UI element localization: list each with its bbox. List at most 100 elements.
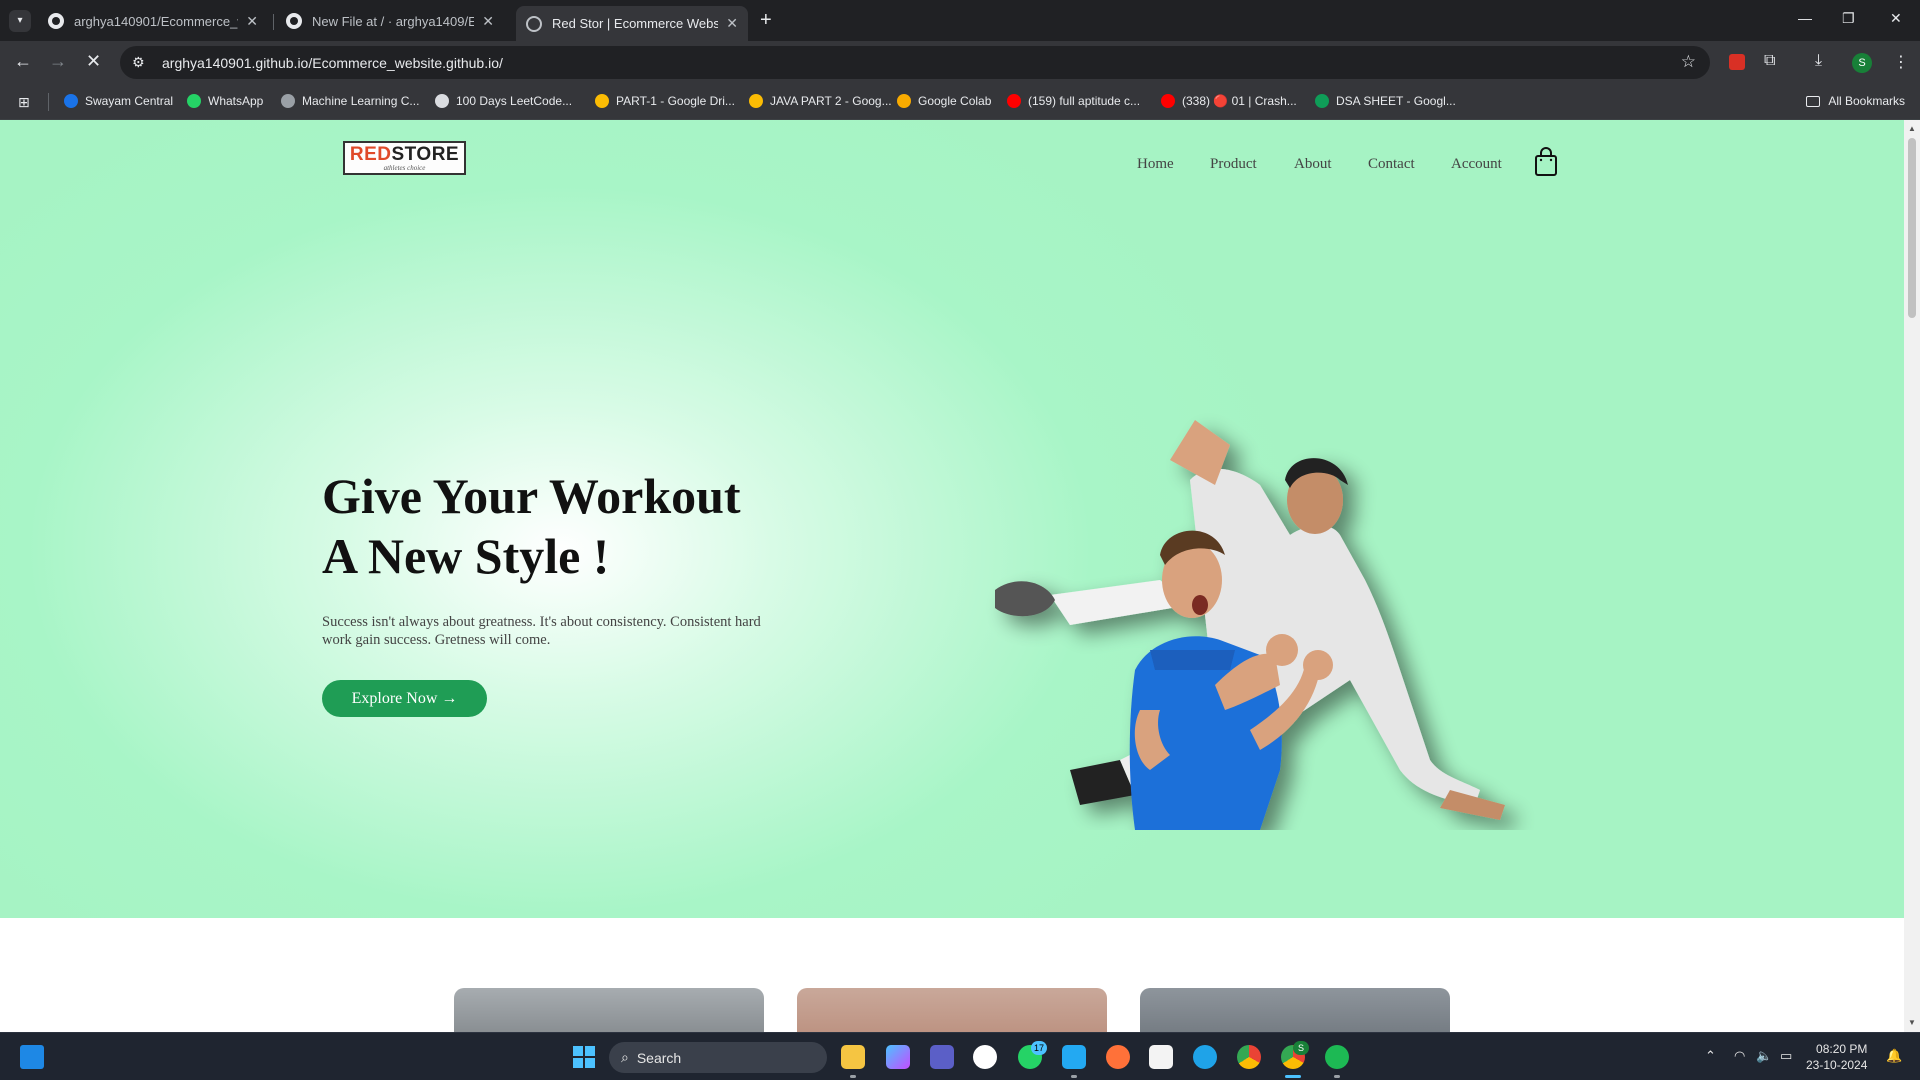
back-arrow-icon[interactable]: ←	[14, 51, 32, 72]
scroll-up-arrow-icon[interactable]: ▲	[1908, 124, 1916, 133]
forward-arrow-icon[interactable]: →	[49, 51, 67, 72]
widgets-icon[interactable]	[20, 1045, 44, 1069]
bookmark-favicon-icon	[64, 94, 78, 108]
bookmark-label: JAVA PART 2 - Goog...	[770, 94, 892, 108]
bookmark-item[interactable]: Google Colab	[897, 94, 991, 108]
bookmark-label: DSA SHEET - Googl...	[1336, 94, 1456, 108]
bookmark-label: (159) full aptitude c...	[1028, 94, 1141, 108]
github-icon	[286, 13, 302, 29]
logo-red-text: RED	[349, 143, 392, 165]
extension-red-icon[interactable]	[1729, 54, 1745, 70]
nav-home[interactable]: Home	[1137, 156, 1174, 173]
url-text[interactable]: arghya140901.github.io/Ecommerce_website…	[162, 55, 503, 71]
tray-chevron-icon[interactable]: ⌃	[1705, 1048, 1716, 1064]
tab-github-newfile[interactable]: New File at / · arghya1409/Ecommerce ✕	[276, 6, 504, 36]
bookmark-label: WhatsApp	[208, 94, 264, 108]
restore-icon[interactable]: ❐	[1842, 10, 1855, 27]
site-info-icon[interactable]: ⚙	[132, 54, 152, 71]
search-placeholder: Search	[636, 1049, 682, 1066]
clock-date: 23-10-2024	[1806, 1058, 1868, 1072]
bookmark-item[interactable]: Machine Learning C...	[281, 94, 419, 108]
chrome-icon[interactable]	[1237, 1045, 1261, 1069]
bookmark-item[interactable]: (159) full aptitude c...	[1007, 94, 1140, 108]
page-viewport: REDSTORE athletes choice Home Product Ab…	[0, 120, 1904, 1032]
bookmark-favicon-icon	[749, 94, 763, 108]
teams-icon[interactable]	[930, 1045, 954, 1069]
bookmark-item[interactable]: PART-1 - Google Dri...	[595, 94, 735, 108]
folder-icon	[1806, 95, 1821, 107]
all-bookmarks-button[interactable]: All Bookmarks	[1806, 94, 1905, 108]
download-icon[interactable]: ⤓	[1815, 52, 1822, 70]
spotify-icon[interactable]	[1325, 1045, 1349, 1069]
bookmark-item[interactable]: 100 Days LeetCode...	[435, 94, 572, 108]
bookmark-item[interactable]: JAVA PART 2 - Goog...	[749, 94, 892, 108]
close-icon[interactable]: ✕	[246, 13, 258, 30]
nav-account[interactable]: Account	[1451, 156, 1502, 173]
chrome-profile-badge: S	[1293, 1041, 1309, 1055]
notifications-icon[interactable]: 🔔	[1886, 1048, 1902, 1064]
apps-grid-icon[interactable]: ⊞	[18, 94, 30, 111]
profile-avatar[interactable]: S	[1852, 53, 1872, 73]
taskbar-search[interactable]: ⌕ Search	[609, 1042, 827, 1073]
whatsapp-badge: 17	[1031, 1041, 1047, 1055]
browser-toolbar: ← → ✕ ⚙ arghya140901.github.io/Ecommerce…	[0, 41, 1920, 84]
vscode-icon[interactable]	[1062, 1045, 1086, 1069]
file-explorer-icon[interactable]	[841, 1045, 865, 1069]
tab-title: New File at / · arghya1409/Ecommerce	[312, 13, 475, 29]
stop-loading-icon[interactable]: ✕	[86, 51, 101, 72]
close-window-icon[interactable]: ✕	[1890, 10, 1902, 27]
tab-separator	[273, 14, 274, 30]
volume-icon[interactable]: 🔈	[1756, 1048, 1772, 1064]
tab-search-button[interactable]: ▾	[9, 9, 31, 32]
copilot-icon[interactable]	[886, 1045, 910, 1069]
address-bar[interactable]: ⚙ arghya140901.github.io/Ecommerce_websi…	[120, 46, 1710, 79]
bookmark-favicon-icon	[435, 94, 449, 108]
hero-subtext: Success isn't always about greatness. It…	[322, 614, 761, 648]
bookmark-star-icon[interactable]: ☆	[1681, 52, 1696, 72]
scroll-down-arrow-icon[interactable]: ▼	[1908, 1018, 1916, 1027]
new-tab-button[interactable]: +	[760, 9, 772, 32]
category-card-3[interactable]	[1140, 988, 1450, 1032]
shopping-bag-icon[interactable]	[1534, 147, 1558, 177]
bookmark-item[interactable]: WhatsApp	[187, 94, 263, 108]
redstore-logo[interactable]: REDSTORE athletes choice	[343, 141, 466, 175]
close-icon[interactable]: ✕	[726, 15, 738, 32]
wifi-icon[interactable]: ◠	[1734, 1048, 1745, 1064]
explore-now-button[interactable]: Explore Now →	[322, 680, 487, 717]
running-indicator	[1334, 1075, 1340, 1078]
bookmark-item[interactable]: (338) 🔴 01 | Crash...	[1161, 94, 1297, 108]
page-scrollbar[interactable]: ▲ ▼	[1904, 120, 1920, 1032]
logo-dark-text: STORE	[391, 143, 460, 165]
category-card-1[interactable]	[454, 988, 764, 1032]
nav-contact[interactable]: Contact	[1368, 156, 1415, 173]
windows-start-icon[interactable]	[573, 1046, 595, 1068]
firefox-icon[interactable]	[1106, 1045, 1130, 1069]
bookmark-favicon-icon	[187, 94, 201, 108]
minimize-icon[interactable]: —	[1798, 10, 1812, 26]
all-bookmarks-label: All Bookmarks	[1828, 94, 1905, 108]
bookmark-item[interactable]: DSA SHEET - Googl...	[1315, 94, 1456, 108]
tab-github-repo[interactable]: arghya140901/Ecommerce_website ✕	[38, 6, 268, 36]
bookmark-favicon-icon	[1315, 94, 1329, 108]
extensions-puzzle-icon[interactable]: ⧉	[1764, 52, 1775, 70]
tab-title: Red Stor | Ecommerce Website	[552, 16, 719, 31]
bookmark-item[interactable]: Swayam Central	[64, 94, 173, 108]
system-clock[interactable]: 08:20 PM 23-10-2024	[1806, 1041, 1867, 1073]
nav-product[interactable]: Product	[1210, 156, 1257, 173]
active-indicator	[1285, 1075, 1301, 1078]
bookmark-label: PART-1 - Google Dri...	[616, 94, 735, 108]
category-card-2[interactable]	[797, 988, 1107, 1032]
nav-about[interactable]: About	[1294, 156, 1332, 173]
bookmark-separator	[48, 93, 49, 111]
menu-kebab-icon[interactable]: ⋮	[1893, 52, 1909, 72]
running-indicator	[1071, 1075, 1077, 1078]
battery-icon[interactable]: ▭	[1780, 1048, 1792, 1064]
edge-icon[interactable]	[1193, 1045, 1217, 1069]
clock-time: 08:20 PM	[1816, 1042, 1868, 1056]
store-icon[interactable]	[1149, 1045, 1173, 1069]
github-icon	[48, 13, 64, 29]
scroll-thumb[interactable]	[1908, 138, 1916, 318]
close-icon[interactable]: ✕	[482, 13, 494, 30]
app-circle-icon[interactable]	[973, 1045, 997, 1069]
tab-redstore-active[interactable]: Red Stor | Ecommerce Website ✕	[516, 6, 748, 41]
